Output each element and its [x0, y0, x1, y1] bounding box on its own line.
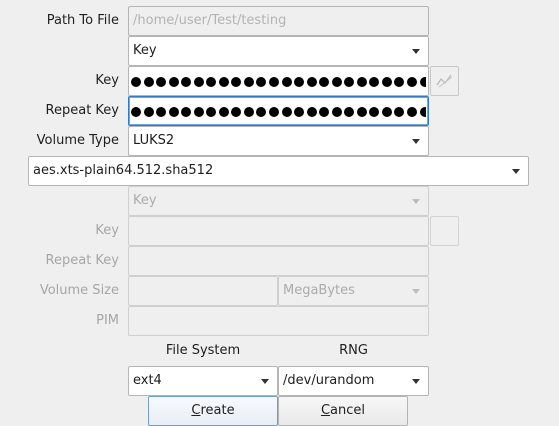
repeat-key-password-field[interactable]	[128, 96, 429, 126]
volume-type-value: LUKS2	[133, 133, 175, 148]
rng-label: RNG	[339, 343, 368, 358]
create-button[interactable]: Create	[148, 396, 278, 426]
secondary-key-type-value: Key	[133, 193, 157, 208]
chevron-down-icon	[412, 199, 420, 204]
cipher-select[interactable]: aes.xts-plain64.512.sha512	[28, 156, 529, 186]
file-system-select[interactable]: ext4	[128, 366, 278, 396]
secondary-repeat-key-field[interactable]	[128, 246, 429, 276]
cipher-value: aes.xts-plain64.512.sha512	[33, 163, 214, 178]
rng-value: /dev/urandom	[283, 373, 375, 388]
chevron-down-icon	[512, 169, 520, 174]
pim-label: PIM	[96, 313, 119, 328]
chevron-down-icon	[412, 379, 420, 384]
key-password-field[interactable]	[128, 66, 429, 96]
repeat-key-masked-value	[131, 105, 426, 119]
cancel-label: ancel	[330, 403, 366, 418]
key-type-value: Key	[133, 43, 157, 58]
chevron-down-icon	[261, 379, 269, 384]
eye-slash-icon	[436, 74, 453, 88]
file-system-value: ext4	[133, 373, 162, 388]
volume-type-label: Volume Type	[36, 133, 119, 148]
secondary-key-reveal-button[interactable]	[430, 216, 459, 246]
file-system-label: File System	[165, 343, 241, 358]
volume-size-unit-value: MegaBytes	[283, 283, 355, 298]
key-type-select[interactable]: Key	[128, 36, 429, 66]
cancel-button[interactable]: Cancel	[278, 396, 408, 426]
volume-type-select[interactable]: LUKS2	[128, 126, 429, 156]
chevron-down-icon	[412, 49, 420, 54]
cancel-mnemonic: C	[320, 403, 331, 418]
secondary-key-type-select[interactable]: Key	[128, 186, 429, 216]
key-masked-value	[131, 75, 426, 89]
create-label: reate	[200, 403, 235, 418]
path-to-file-field[interactable]: /home/user/Test/testing	[128, 6, 429, 36]
path-to-file-label: Path To File	[46, 13, 119, 28]
volume-size-unit-select[interactable]: MegaBytes	[278, 276, 429, 306]
key-reveal-button[interactable]	[430, 66, 459, 96]
secondary-repeat-key-label: Repeat Key	[45, 253, 119, 268]
repeat-key-label: Repeat Key	[45, 103, 119, 118]
chevron-down-icon	[412, 139, 420, 144]
chevron-down-icon	[412, 289, 420, 294]
secondary-key-field[interactable]	[128, 216, 429, 246]
rng-select[interactable]: /dev/urandom	[278, 366, 429, 396]
volume-size-label: Volume Size	[39, 283, 119, 298]
key-label: Key	[95, 73, 119, 88]
volume-size-field[interactable]	[128, 276, 278, 306]
secondary-key-label: Key	[95, 223, 119, 238]
pim-field[interactable]	[128, 306, 429, 336]
